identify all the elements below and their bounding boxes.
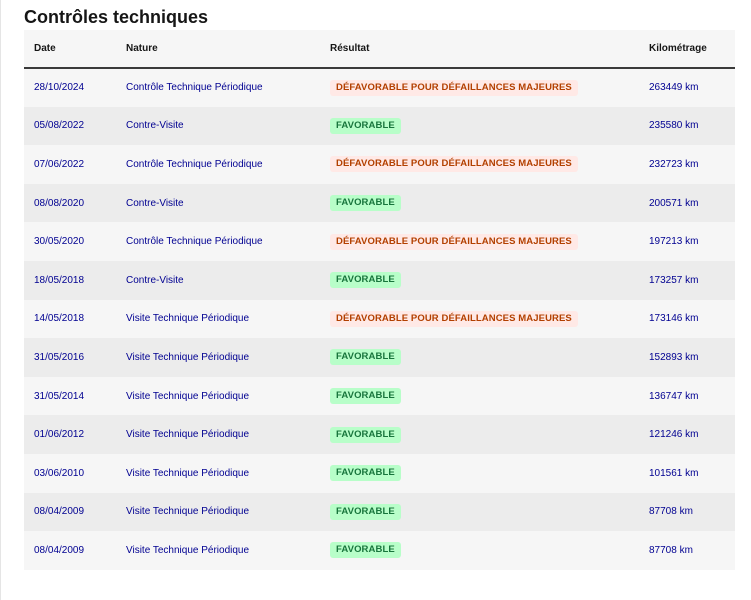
result-badge-defavorable: DÉFAVORABLE POUR DÉFAILLANCES MAJEURES xyxy=(330,156,578,173)
result-badge-defavorable: DÉFAVORABLE POUR DÉFAILLANCES MAJEURES xyxy=(330,233,578,250)
table-row: 03/06/2010 Visite Technique Périodique FAV… xyxy=(24,453,735,493)
inspection-result-cell: DÉFAVORABLE POUR DÉFAILLANCES MAJEURES xyxy=(320,300,639,339)
table-row: 07/06/2022 Contrôle Technique Périodique D… xyxy=(24,145,735,184)
inspection-date: 03/06/2010 xyxy=(34,467,85,479)
result-badge-favorable: FAVORABLE xyxy=(330,503,401,520)
inspection-result-cell: FAVORABLE xyxy=(320,454,639,493)
inspection-mileage: 152893 km xyxy=(649,351,699,363)
section-title: Contrôles techniques xyxy=(24,7,209,27)
inspection-result-cell: FAVORABLE xyxy=(320,531,639,570)
table-row: 08/08/2020 Contre-Visite FAVORABLE 200571 k… xyxy=(24,183,735,223)
inspection-result-cell: DÉFAVORABLE POUR DÉFAILLANCES MAJEURES xyxy=(320,145,639,184)
table-body: 28/10/2024 Contrôle Technique Périodique D… xyxy=(24,68,735,570)
inspection-mileage: 232723 km xyxy=(649,158,699,170)
inspection-mileage: 121246 km xyxy=(649,429,699,441)
inspection-date: 08/08/2020 xyxy=(34,197,85,209)
inspection-mileage: 173257 km xyxy=(649,274,699,286)
technical-inspections-section: Contrôles techniques Date Nature Résulta… xyxy=(24,4,735,570)
inspections-table: Date Nature Résultat Kilométrage 28/10/2… xyxy=(24,30,735,570)
inspection-mileage: 101561 km xyxy=(649,467,699,479)
inspection-date: 31/05/2016 xyxy=(34,351,85,363)
table-header-row: Date Nature Résultat Kilométrage xyxy=(24,30,735,69)
inspection-result-cell: FAVORABLE xyxy=(320,107,639,146)
table-row: 14/05/2018 Visite Technique Périodique DÉF… xyxy=(24,299,735,339)
inspection-date: 28/10/2024 xyxy=(34,82,85,94)
inspection-date: 18/05/2018 xyxy=(34,274,85,286)
result-badge-favorable: FAVORABLE xyxy=(330,426,401,443)
table-row: 05/08/2022 Contre-Visite FAVORABLE 235580 k… xyxy=(24,106,735,146)
inspection-nature: Contrôle Technique Périodique xyxy=(126,236,263,248)
inspection-nature: Contre-Visite xyxy=(126,274,184,286)
inspection-nature: Visite Technique Périodique xyxy=(126,544,250,556)
inspection-result-cell: FAVORABLE xyxy=(320,261,639,300)
inspection-date: 01/06/2012 xyxy=(34,429,85,441)
inspection-mileage: 263449 km xyxy=(649,82,699,94)
result-badge-favorable: FAVORABLE xyxy=(330,195,401,212)
column-header-result: Résultat xyxy=(320,30,639,69)
result-badge-favorable: FAVORABLE xyxy=(330,349,401,366)
table-row: 01/06/2012 Visite Technique Périodique FAV… xyxy=(24,415,735,454)
inspection-nature: Contre-Visite xyxy=(126,197,184,209)
inspection-date: 07/06/2022 xyxy=(34,158,85,170)
result-badge-favorable: FAVORABLE xyxy=(330,272,401,289)
inspection-mileage: 197213 km xyxy=(649,236,699,248)
inspection-result-cell: DÉFAVORABLE POUR DÉFAILLANCES MAJEURES xyxy=(320,68,639,107)
result-badge-favorable: FAVORABLE xyxy=(330,542,401,559)
result-badge-favorable: FAVORABLE xyxy=(330,388,401,405)
inspection-date: 05/08/2022 xyxy=(34,120,85,132)
inspection-nature: Visite Technique Périodique xyxy=(126,506,250,518)
inspection-result-cell: FAVORABLE xyxy=(320,338,639,377)
inspection-date: 31/05/2014 xyxy=(34,390,85,402)
table-row: 31/05/2014 Visite Technique Périodique FAV… xyxy=(24,376,735,416)
column-header-date: Date xyxy=(24,30,116,69)
table-row: 08/04/2009 Visite Technique Périodique FAV… xyxy=(24,531,735,570)
inspection-nature: Visite Technique Périodique xyxy=(126,429,250,441)
table-row: 18/05/2018 Contre-Visite FAVORABLE 173257 k… xyxy=(24,260,735,300)
result-badge-defavorable: DÉFAVORABLE POUR DÉFAILLANCES MAJEURES xyxy=(330,79,578,96)
column-header-nature: Nature xyxy=(116,30,320,69)
inspection-nature: Contrôle Technique Périodique xyxy=(126,82,263,94)
table-row: 31/05/2016 Visite Technique Périodique FAV… xyxy=(24,338,735,377)
table-row: 30/05/2020 Contrôle Technique Périodique D… xyxy=(24,222,735,261)
inspection-mileage: 87708 km xyxy=(649,506,693,518)
column-header-mileage: Kilométrage xyxy=(639,30,735,69)
inspection-mileage: 173146 km xyxy=(649,313,699,325)
inspection-result-cell: FAVORABLE xyxy=(320,493,639,532)
page-left-border xyxy=(0,0,1,600)
inspection-result-cell: DÉFAVORABLE POUR DÉFAILLANCES MAJEURES xyxy=(320,222,639,261)
table-row: 08/04/2009 Visite Technique Périodique FAV… xyxy=(24,492,735,532)
inspection-date: 08/04/2009 xyxy=(34,506,85,518)
result-badge-favorable: FAVORABLE xyxy=(330,117,401,134)
inspection-mileage: 200571 km xyxy=(649,197,699,209)
inspection-nature: Visite Technique Périodique xyxy=(126,390,250,402)
result-badge-favorable: FAVORABLE xyxy=(330,465,401,482)
inspection-nature: Visite Technique Périodique xyxy=(126,313,250,325)
inspection-mileage: 235580 km xyxy=(649,120,699,132)
inspection-nature: Visite Technique Périodique xyxy=(126,351,250,363)
inspection-result-cell: FAVORABLE xyxy=(320,415,639,454)
inspection-date: 30/05/2020 xyxy=(34,236,85,248)
inspection-result-cell: FAVORABLE xyxy=(320,377,639,416)
inspection-mileage: 87708 km xyxy=(649,544,693,556)
inspection-nature: Contrôle Technique Périodique xyxy=(126,158,263,170)
inspection-date: 14/05/2018 xyxy=(34,313,85,325)
inspection-nature: Visite Technique Périodique xyxy=(126,467,250,479)
result-badge-defavorable: DÉFAVORABLE POUR DÉFAILLANCES MAJEURES xyxy=(330,310,578,327)
inspection-result-cell: FAVORABLE xyxy=(320,184,639,223)
inspection-nature: Contre-Visite xyxy=(126,120,184,132)
inspection-mileage: 136747 km xyxy=(649,390,699,402)
table-row: 28/10/2024 Contrôle Technique Périodique D… xyxy=(24,68,735,107)
inspection-date: 08/04/2009 xyxy=(34,544,85,556)
